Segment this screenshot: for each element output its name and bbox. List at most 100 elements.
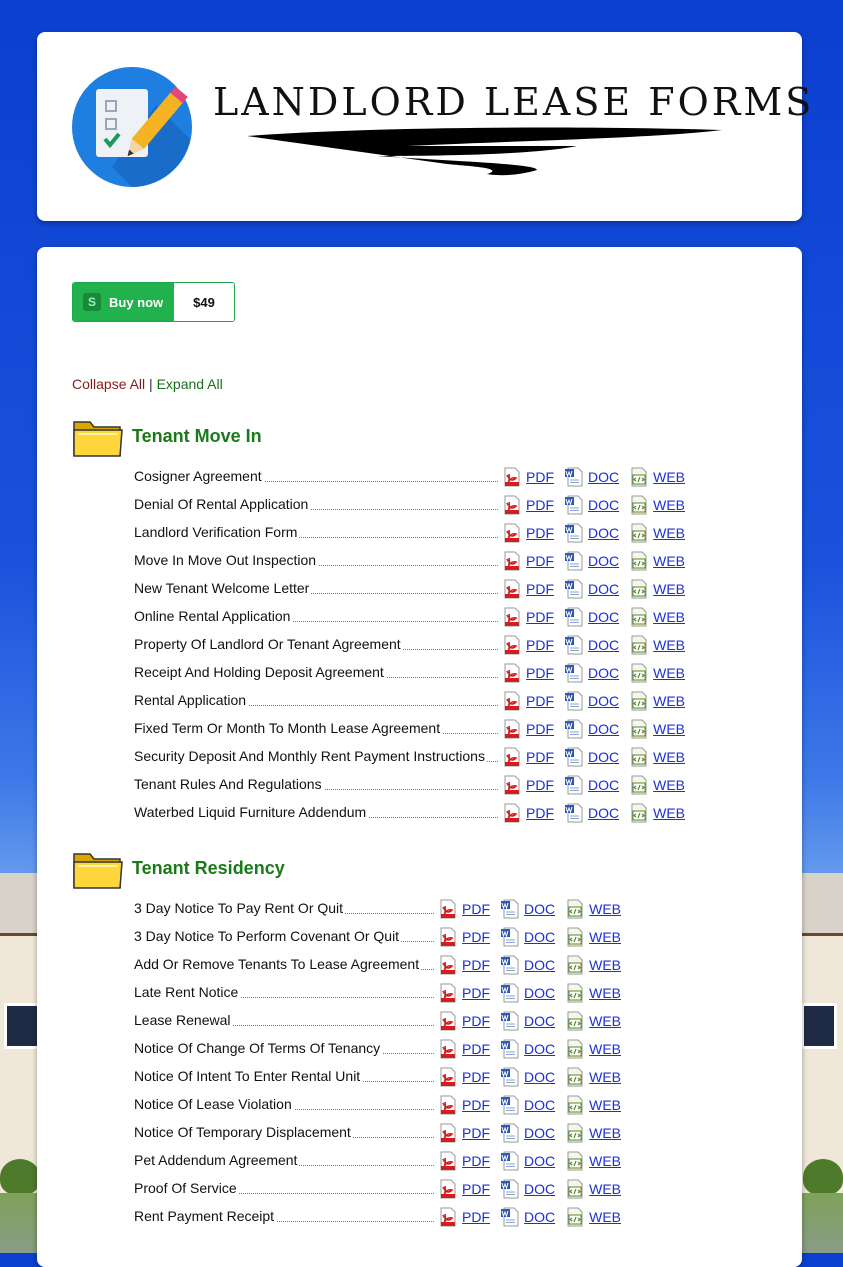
web-download-link[interactable]: WEB	[565, 1067, 621, 1087]
word-doc-icon	[500, 1039, 524, 1059]
web-download-link[interactable]: WEB	[565, 1095, 621, 1115]
doc-download-link[interactable]: DOC	[500, 955, 555, 975]
doc-download-link[interactable]: DOC	[500, 1123, 555, 1143]
doc-download-link[interactable]: DOC	[564, 523, 619, 543]
doc-link-label: DOC	[588, 469, 620, 485]
pdf-link-label: PDF	[526, 497, 554, 513]
pdf-download-link[interactable]: PDF	[502, 607, 554, 627]
doc-download-link[interactable]: DOC	[564, 691, 619, 711]
doc-download-link[interactable]: DOC	[500, 927, 555, 947]
web-download-link[interactable]: WEB	[629, 747, 685, 767]
pdf-download-link[interactable]: PDF	[438, 1067, 490, 1087]
pdf-download-link[interactable]: PDF	[502, 691, 554, 711]
web-download-link[interactable]: WEB	[629, 691, 685, 711]
word-doc-icon	[500, 1207, 524, 1227]
pdf-download-link[interactable]: PDF	[502, 495, 554, 515]
doc-download-link[interactable]: DOC	[564, 551, 619, 571]
doc-download-link[interactable]: DOC	[500, 899, 555, 919]
word-doc-icon	[564, 495, 588, 515]
pdf-download-link[interactable]: PDF	[438, 1179, 490, 1199]
doc-download-link[interactable]: DOC	[500, 983, 555, 1003]
web-download-link[interactable]: WEB	[565, 1179, 621, 1199]
web-download-link[interactable]: WEB	[629, 579, 685, 599]
pdf-download-link[interactable]: PDF	[438, 1123, 490, 1143]
web-download-link[interactable]: WEB	[629, 551, 685, 571]
web-download-link[interactable]: WEB	[629, 523, 685, 543]
buy-now-button[interactable]: S Buy now $49	[72, 282, 235, 322]
pdf-download-link[interactable]: PDF	[438, 983, 490, 1003]
pdf-icon	[438, 1151, 462, 1171]
doc-download-link[interactable]: DOC	[564, 495, 619, 515]
doc-link-label: DOC	[524, 929, 556, 945]
web-download-link[interactable]: WEB	[629, 467, 685, 487]
web-download-link[interactable]: WEB	[629, 719, 685, 739]
doc-download-link[interactable]: DOC	[564, 607, 619, 627]
web-download-link[interactable]: WEB	[565, 1123, 621, 1143]
pdf-download-link[interactable]: PDF	[438, 1095, 490, 1115]
web-download-link[interactable]: WEB	[565, 955, 621, 975]
section-header[interactable]: Tenant Move In	[72, 414, 772, 462]
pdf-download-link[interactable]: PDF	[502, 803, 554, 823]
pdf-download-link[interactable]: PDF	[438, 899, 490, 919]
doc-download-link[interactable]: DOC	[500, 1179, 555, 1199]
section-title[interactable]: Tenant Move In	[132, 426, 262, 447]
pdf-download-link[interactable]: PDF	[438, 1011, 490, 1031]
web-download-link[interactable]: WEB	[565, 1207, 621, 1227]
web-download-link[interactable]: WEB	[565, 983, 621, 1003]
folder-icon[interactable]	[72, 846, 124, 890]
form-name: Rent Payment Receipt	[134, 1208, 277, 1224]
doc-download-link[interactable]: DOC	[564, 467, 619, 487]
web-link-label: WEB	[589, 957, 622, 973]
pdf-download-link[interactable]: PDF	[502, 719, 554, 739]
web-download-link[interactable]: WEB	[629, 775, 685, 795]
web-download-link[interactable]: WEB	[629, 495, 685, 515]
pdf-download-link[interactable]: PDF	[438, 1207, 490, 1227]
section-header[interactable]: Tenant Residency	[72, 846, 772, 894]
pdf-download-link[interactable]: PDF	[502, 635, 554, 655]
web-link-label: WEB	[653, 469, 686, 485]
doc-download-link[interactable]: DOC	[564, 775, 619, 795]
pdf-download-link[interactable]: PDF	[502, 663, 554, 683]
form-name: Rental Application	[134, 692, 249, 708]
web-download-link[interactable]: WEB	[565, 899, 621, 919]
doc-download-link[interactable]: DOC	[500, 1207, 555, 1227]
section-title[interactable]: Tenant Residency	[132, 858, 285, 879]
form-list: 3 Day Notice To Pay Rent Or Quit PDF DOC WE…	[72, 894, 772, 1230]
doc-download-link[interactable]: DOC	[564, 579, 619, 599]
pdf-download-link[interactable]: PDF	[502, 775, 554, 795]
folder-icon[interactable]	[72, 414, 124, 458]
pdf-download-link[interactable]: PDF	[438, 1151, 490, 1171]
doc-download-link[interactable]: DOC	[564, 747, 619, 767]
web-download-link[interactable]: WEB	[565, 927, 621, 947]
web-download-link[interactable]: WEB	[629, 607, 685, 627]
pdf-download-link[interactable]: PDF	[502, 467, 554, 487]
word-doc-icon	[500, 983, 524, 1003]
doc-download-link[interactable]: DOC	[564, 663, 619, 683]
pdf-download-link[interactable]: PDF	[438, 927, 490, 947]
pdf-download-link[interactable]: PDF	[438, 1039, 490, 1059]
web-download-link[interactable]: WEB	[565, 1011, 621, 1031]
buy-now-label-area[interactable]: S Buy now	[73, 283, 174, 321]
doc-download-link[interactable]: DOC	[564, 803, 619, 823]
pdf-download-link[interactable]: PDF	[502, 747, 554, 767]
doc-download-link[interactable]: DOC	[564, 719, 619, 739]
doc-download-link[interactable]: DOC	[500, 1039, 555, 1059]
pdf-download-link[interactable]: PDF	[438, 955, 490, 975]
web-download-link[interactable]: WEB	[629, 663, 685, 683]
doc-download-link[interactable]: DOC	[500, 1067, 555, 1087]
web-download-link[interactable]: WEB	[565, 1151, 621, 1171]
expand-all-link[interactable]: Expand All	[157, 376, 223, 392]
doc-download-link[interactable]: DOC	[500, 1095, 555, 1115]
pdf-download-link[interactable]: PDF	[502, 523, 554, 543]
pdf-download-link[interactable]: PDF	[502, 579, 554, 599]
doc-download-link[interactable]: DOC	[564, 635, 619, 655]
doc-download-link[interactable]: DOC	[500, 1151, 555, 1171]
download-links: PDF DOC WEB	[438, 1094, 631, 1116]
web-download-link[interactable]: WEB	[629, 635, 685, 655]
doc-download-link[interactable]: DOC	[500, 1011, 555, 1031]
pdf-download-link[interactable]: PDF	[502, 551, 554, 571]
web-download-link[interactable]: WEB	[565, 1039, 621, 1059]
word-doc-icon	[500, 1067, 524, 1087]
collapse-all-link[interactable]: Collapse All	[72, 376, 145, 392]
web-download-link[interactable]: WEB	[629, 803, 685, 823]
